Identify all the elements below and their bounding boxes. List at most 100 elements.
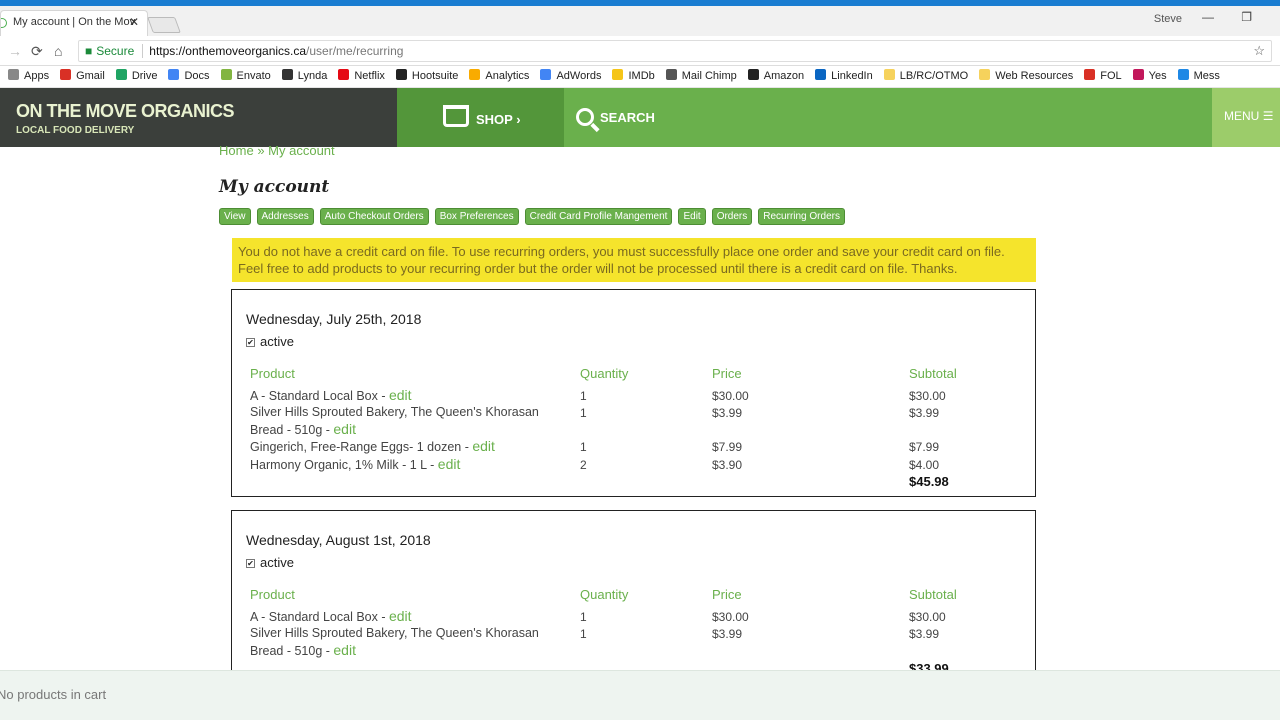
account-tab-button[interactable]: Credit Card Profile Mangement — [524, 208, 673, 225]
bookmark-item[interactable]: FOL — [1084, 66, 1122, 87]
reload-icon[interactable]: ⟳ — [31, 43, 43, 60]
search-label: SEARCH — [600, 110, 655, 125]
bookmark-label: IMDb — [628, 70, 655, 82]
account-tab-button[interactable]: Recurring Orders — [758, 208, 845, 225]
bookmark-item[interactable]: Apps — [8, 66, 49, 87]
site-logo[interactable]: ON THE MOVE ORGANICS LOCAL FOOD DELIVERY — [0, 88, 397, 147]
bookmark-item[interactable]: AdWords — [540, 66, 601, 87]
bookmark-item[interactable]: Netflix — [338, 66, 385, 87]
bookmark-item[interactable]: Analytics — [469, 66, 529, 87]
basket-icon — [443, 105, 469, 127]
product-column-header: Product — [250, 587, 295, 602]
bookmark-favicon-icon — [115, 69, 127, 80]
bookmark-item[interactable]: Hootsuite — [395, 66, 458, 87]
product-name: Harmony Organic, 1% Milk - 1 L - edit — [250, 456, 550, 474]
bookmark-label: Mail Chimp — [681, 70, 737, 82]
bookmark-favicon-icon — [1132, 69, 1144, 80]
account-tabs: View Addresses Auto Checkout Orders Box Pre… — [219, 206, 1049, 225]
bookmark-item[interactable]: Yes — [1132, 66, 1167, 87]
bookmark-item[interactable]: Amazon — [747, 66, 804, 87]
menu-label: MENU — [1224, 109, 1260, 123]
bookmark-item[interactable]: Mess — [1177, 66, 1220, 87]
product-name-text: Silver Hills Sprouted Bakery, The Queen'… — [250, 405, 539, 437]
product-name-text: Harmony Organic, 1% Milk - 1 L - — [250, 458, 438, 472]
bookmark-star-icon[interactable]: ☆ — [1253, 43, 1265, 59]
edit-link[interactable]: edit — [389, 608, 412, 624]
breadcrumb-home-link[interactable]: Home — [219, 143, 254, 158]
bookmark-item[interactable]: LB/RC/OTMO — [883, 66, 968, 87]
bookmark-item[interactable]: Web Resources — [979, 66, 1073, 87]
bookmark-item[interactable]: Envato — [220, 66, 271, 87]
hamburger-icon: ☰ — [1262, 109, 1274, 123]
search-button[interactable]: SEARCH — [576, 108, 655, 126]
shop-button[interactable]: SHOP › — [397, 88, 564, 147]
new-tab-button[interactable] — [147, 17, 181, 33]
url-host: https://onthemoveorganics.ca — [149, 44, 307, 58]
product-name: A - Standard Local Box - edit — [250, 608, 550, 626]
browser-tab[interactable]: My account | On the Mov ✕ — [0, 10, 148, 36]
product-name-text: A - Standard Local Box - — [250, 389, 389, 403]
price-value: $3.99 — [712, 627, 743, 641]
bookmark-item[interactable]: Docs — [168, 66, 210, 87]
edit-link[interactable]: edit — [333, 421, 356, 437]
edit-link[interactable]: edit — [438, 456, 461, 472]
price-value: $3.90 — [712, 458, 743, 472]
url-path: /user/me/recurring — [306, 44, 404, 58]
bookmark-item[interactable]: IMDb — [612, 66, 655, 87]
bookmark-item[interactable]: Mail Chimp — [665, 66, 737, 87]
account-tab-button[interactable]: Auto Checkout Orders — [319, 208, 429, 225]
bookmark-favicon-icon — [220, 69, 232, 80]
subtotal-value: $30.00 — [909, 610, 946, 624]
price-value: $3.99 — [712, 406, 743, 420]
edit-link[interactable]: edit — [389, 387, 412, 403]
browser-tab-title: My account | On the Mov — [13, 16, 136, 28]
credit-card-notice: You do not have a credit card on file. T… — [232, 238, 1036, 282]
home-icon[interactable]: ⌂ — [54, 43, 62, 59]
bookmark-label: Netflix — [354, 70, 385, 82]
bookmark-favicon-icon — [281, 69, 293, 80]
bookmark-favicon-icon — [8, 69, 19, 80]
price-value: $30.00 — [712, 610, 749, 624]
browser-tab-strip: My account | On the Mov ✕ Steve — ❐ — [0, 6, 1280, 36]
bookmark-label: LinkedIn — [831, 70, 873, 82]
active-checkbox[interactable]: ✔ active — [246, 334, 294, 349]
product-name: Gingerich, Free-Range Eggs- 1 dozen - ed… — [250, 438, 550, 456]
url-input[interactable]: ■ Secure https://onthemoveorganics.ca/user… — [78, 40, 1272, 62]
quantity-value: 1 — [580, 627, 587, 641]
breadcrumb-current-link[interactable]: My account — [268, 143, 334, 158]
product-name: Silver Hills Sprouted Bakery, The Queen'… — [250, 404, 550, 439]
active-label: active — [260, 334, 294, 349]
bookmark-favicon-icon — [60, 69, 72, 80]
account-tab-button[interactable]: Orders — [711, 208, 753, 225]
edit-link[interactable]: edit — [333, 642, 356, 658]
active-checkbox[interactable]: ✔ active — [246, 555, 294, 570]
order-date: Wednesday, July 25th, 2018 — [246, 311, 422, 327]
subtotal-value: $3.99 — [909, 406, 940, 420]
bookmark-label: Lynda — [297, 70, 328, 82]
product-name-text: A - Standard Local Box - — [250, 610, 389, 624]
account-tab-button[interactable]: Edit — [678, 208, 706, 225]
subtotal-value: $30.00 — [909, 389, 946, 403]
edit-link[interactable]: edit — [472, 438, 495, 454]
bookmark-item[interactable]: Gmail — [60, 66, 105, 87]
account-tab-button[interactable]: Addresses — [256, 208, 314, 225]
checkbox-checked-icon: ✔ — [246, 559, 255, 568]
minimize-icon[interactable]: — — [1202, 10, 1214, 24]
product-column-header: Product — [250, 366, 295, 381]
browser-profile-name[interactable]: Steve — [1154, 13, 1182, 25]
subtotal-value: $3.99 — [909, 627, 940, 641]
quantity-column-header: Quantity — [580, 587, 629, 602]
bookmark-item[interactable]: LinkedIn — [815, 66, 873, 87]
bookmark-item[interactable]: Lynda — [281, 66, 328, 87]
menu-button[interactable]: MENU ☰ — [1212, 88, 1280, 147]
account-tab-button[interactable]: Box Preferences — [434, 208, 519, 225]
bookmark-label: Envato — [236, 70, 271, 82]
back-arrow-icon[interactable]: → — [8, 43, 22, 59]
account-tab-button[interactable]: View — [219, 208, 251, 225]
bookmark-favicon-icon — [815, 69, 827, 80]
restore-icon[interactable]: ❐ — [1241, 10, 1252, 24]
close-tab-icon[interactable]: ✕ — [129, 15, 139, 29]
product-name-text: Silver Hills Sprouted Bakery, The Queen'… — [250, 626, 539, 658]
main-content: Home » My account My account View Address… — [219, 142, 1049, 710]
bookmark-item[interactable]: Drive — [115, 66, 157, 87]
